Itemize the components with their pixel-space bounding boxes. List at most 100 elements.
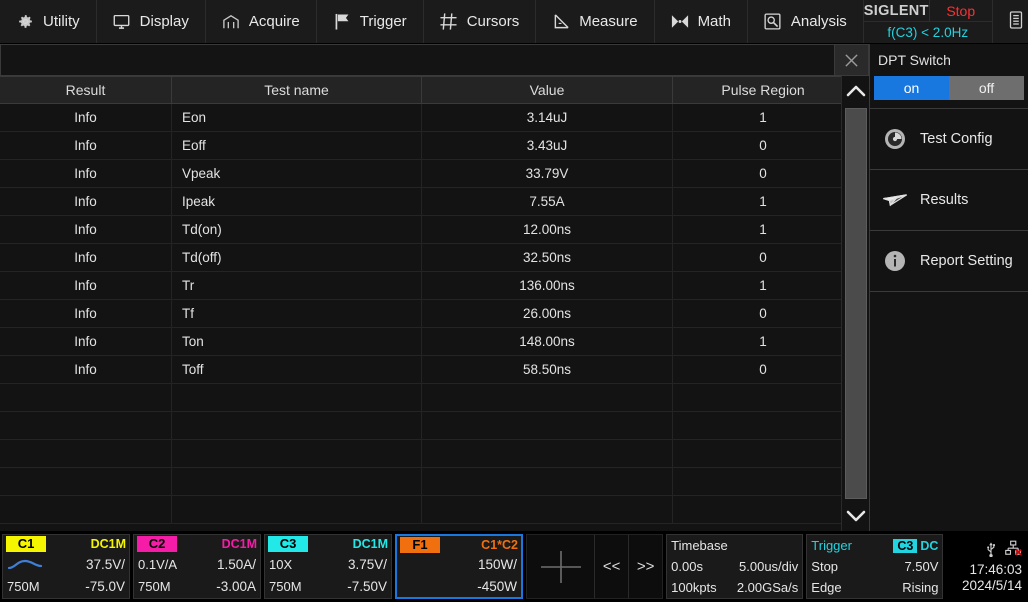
column-header-result[interactable]: Result [0, 77, 172, 103]
trigger-type: Edge [811, 580, 841, 595]
menu-item-display[interactable]: Display [97, 0, 206, 43]
close-icon[interactable] [834, 45, 868, 75]
sidebar-item-results[interactable]: Results [870, 170, 1028, 231]
cell-empty [422, 384, 673, 411]
table-row[interactable]: InfoEon3.14uJ1 [0, 104, 869, 132]
trigger-source: C3 [893, 539, 917, 553]
dpt-switch-on-button[interactable]: on [874, 76, 949, 100]
cell-test-name: Eoff [172, 132, 422, 159]
timebase-sample-rate: 2.00GSa/s [737, 580, 798, 595]
table-row[interactable]: InfoIpeak7.55A1 [0, 188, 869, 216]
measure-icon [552, 13, 570, 31]
channel-vertical-scale: 37.5V/ [86, 557, 125, 572]
dpt-switch-label: DPT Switch [870, 44, 1028, 76]
column-header-pulse-region[interactable]: Pulse Region [673, 77, 853, 103]
channel-bandwidth: 750M [7, 579, 40, 594]
cell-empty [673, 384, 853, 411]
table-row[interactable]: InfoToff58.50ns0 [0, 356, 869, 384]
lan-disconnected-icon [1005, 540, 1022, 561]
table-row[interactable]: InfoTon148.00ns1 [0, 328, 869, 356]
menu-item-measure[interactable]: Measure [536, 0, 654, 43]
cell-empty [0, 468, 172, 495]
menu-item-acquire[interactable]: Acquire [206, 0, 317, 43]
table-row[interactable]: InfoEoff3.43uJ0 [0, 132, 869, 160]
column-header-test-name[interactable]: Test name [172, 77, 422, 103]
table-header-row: Result Test name Value Pulse Region [0, 76, 869, 104]
dpt-switch-off-button[interactable]: off [949, 76, 1024, 100]
channel-block-f1[interactable]: F1C1*C2150W/-450W [395, 534, 523, 599]
cell-empty [422, 412, 673, 439]
oscilloscope-screen: Utility Display Acquire [0, 0, 1028, 602]
table-row[interactable]: InfoVpeak33.79V0 [0, 160, 869, 188]
trigger-slope: Rising [902, 580, 938, 595]
cell-pulse-region: 1 [673, 216, 853, 243]
table-scrollbar[interactable] [841, 76, 869, 531]
chevron-up-icon[interactable] [842, 76, 870, 106]
cell-pulse-region: 0 [673, 160, 853, 187]
table-row-empty [0, 468, 869, 496]
table-row[interactable]: InfoTd(on)12.00ns1 [0, 216, 869, 244]
channel-block-c1[interactable]: C1DC1M37.5V/750M-75.0V [2, 534, 130, 599]
menu-item-trigger[interactable]: Trigger [317, 0, 424, 43]
dpt-sidebar: DPT Switch on off Test Config [869, 44, 1028, 531]
cell-pulse-region: 0 [673, 356, 853, 383]
gear-icon [16, 13, 34, 31]
menu-item-utility[interactable]: Utility [0, 0, 97, 43]
sidebar-item-test-config[interactable]: Test Config [870, 109, 1028, 170]
channel-bandwidth: 750M [138, 579, 171, 594]
cell-value: 12.00ns [422, 216, 673, 243]
channel-block-c2[interactable]: C2DC1M0.1V/A1.50A/750M-3.00A [133, 534, 261, 599]
analysis-icon [764, 13, 782, 31]
table-row[interactable]: InfoTf26.00ns0 [0, 300, 869, 328]
usb-icon [985, 540, 997, 562]
channel-offset: -3.00A [216, 579, 256, 594]
column-header-value[interactable]: Value [422, 77, 673, 103]
results-arrow-icon [882, 187, 908, 213]
info-icon [882, 248, 908, 274]
app-title-block: DPT [993, 0, 1028, 43]
channel-vertical-scale: 150W/ [478, 557, 517, 572]
cell-empty [172, 496, 422, 523]
menu-label-measure: Measure [579, 13, 637, 30]
dpt-switch-toggle[interactable]: on off [874, 76, 1024, 100]
table-row[interactable]: InfoTd(off)32.50ns0 [0, 244, 869, 272]
channel-coupling: DC1M [91, 537, 126, 551]
cell-result: Info [0, 328, 172, 355]
cell-empty [172, 440, 422, 467]
cell-empty [0, 440, 172, 467]
config-gear-icon [882, 126, 908, 152]
waveform-navigation: << >> [526, 534, 663, 599]
table-row[interactable]: InfoTr136.00ns1 [0, 272, 869, 300]
cell-result: Info [0, 132, 172, 159]
table-body: InfoEon3.14uJ1InfoEoff3.43uJ0InfoVpeak33… [0, 104, 869, 531]
scrollbar-track[interactable] [845, 106, 867, 501]
nav-next-button[interactable]: >> [628, 535, 662, 598]
sidebar-label-test-config: Test Config [920, 131, 993, 147]
trigger-title: Trigger [811, 538, 852, 553]
channel-vertical-scale: 1.50A/ [217, 557, 256, 572]
trigger-block[interactable]: Trigger C3 DC Stop 7.50V Edge Rising [806, 534, 943, 599]
trigger-coupling: DC [920, 539, 938, 553]
siglent-logo: SIGLENT [864, 0, 930, 21]
cell-test-name: Toff [172, 356, 422, 383]
menu-label-utility: Utility [43, 13, 80, 30]
sidebar-item-report-setting[interactable]: Report Setting [870, 231, 1028, 292]
scrollbar-thumb[interactable] [845, 108, 867, 499]
cell-result: Info [0, 244, 172, 271]
nav-prev-button[interactable]: << [594, 535, 628, 598]
timebase-block[interactable]: Timebase 0.00s 5.00us/div 100kpts 2.00GS… [666, 534, 803, 599]
cell-pulse-region: 1 [673, 188, 853, 215]
menu-item-math[interactable]: Math [655, 0, 748, 43]
channel-name-badge: C1 [6, 536, 46, 552]
cell-empty [422, 496, 673, 523]
sidebar-label-report-setting: Report Setting [920, 253, 1013, 269]
trigger-frequency-readout: f(C3) < 2.0Hz [864, 21, 992, 43]
channel-block-c3[interactable]: C3DC1M10X3.75V/750M-7.50V [264, 534, 392, 599]
math-icon [671, 13, 689, 31]
chevron-down-icon[interactable] [842, 501, 870, 531]
cell-pulse-region: 0 [673, 244, 853, 271]
menu-item-cursors[interactable]: Cursors [424, 0, 537, 43]
cell-result: Info [0, 216, 172, 243]
menu-item-analysis[interactable]: Analysis [748, 0, 864, 43]
run-state-indicator[interactable]: Stop [930, 0, 992, 21]
